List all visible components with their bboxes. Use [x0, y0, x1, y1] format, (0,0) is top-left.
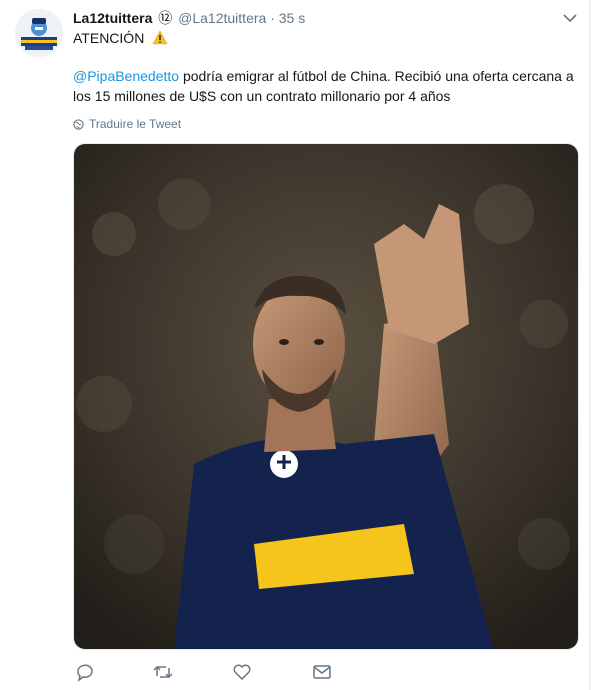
badge-twelve: ⑫ — [158, 10, 173, 26]
like-icon[interactable] — [230, 660, 254, 684]
retweet-icon[interactable] — [151, 660, 175, 684]
message-icon[interactable] — [310, 660, 334, 684]
user-handle[interactable]: @La12tuittera — [178, 10, 266, 26]
avatar[interactable] — [15, 9, 63, 57]
chevron-down-icon[interactable] — [563, 12, 577, 24]
headline-text: ATENCIÓN — [73, 30, 145, 46]
tweet-text: @PipaBenedetto podría emigrar al fútbol … — [73, 66, 579, 106]
tweet-headline: ATENCIÓN — [73, 29, 168, 47]
globe-icon — [73, 119, 84, 130]
avatar-image — [15, 9, 63, 57]
reply-icon[interactable] — [73, 660, 97, 684]
translate-link[interactable]: Traduire le Tweet — [73, 116, 181, 132]
warning-icon — [152, 30, 168, 45]
mention-link[interactable]: @PipaBenedetto — [73, 68, 179, 84]
tweet-header: La12tuittera ⑫ @La12tuittera · 35 s — [73, 9, 305, 27]
translate-label: Traduire le Tweet — [89, 117, 182, 131]
tweet-card[interactable]: La12tuittera ⑫ @La12tuittera · 35 s ATEN… — [0, 0, 590, 690]
tweet-photo[interactable] — [73, 143, 579, 650]
separator-dot: · — [270, 10, 275, 26]
display-name[interactable]: La12tuittera — [73, 10, 152, 26]
player-photo — [74, 144, 578, 649]
timestamp[interactable]: 35 s — [279, 10, 305, 26]
